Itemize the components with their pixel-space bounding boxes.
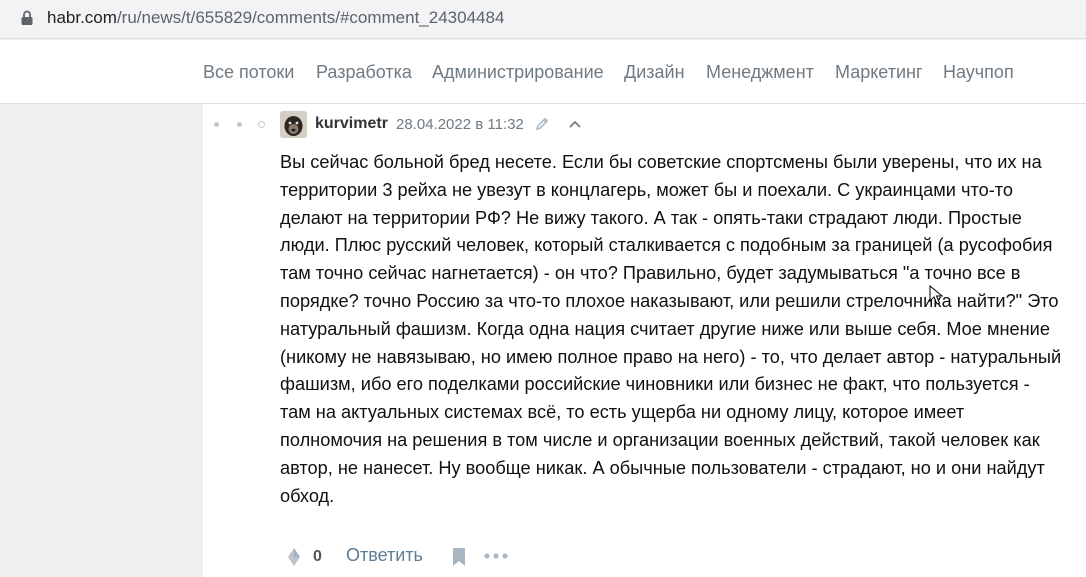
nav-item-marketing[interactable]: Маркетинг [835, 62, 923, 83]
address-bar[interactable]: habr.com/ru/news/t/655829/comments/#comm… [0, 0, 1086, 39]
bookmark-icon[interactable] [451, 547, 467, 567]
avatar[interactable] [280, 111, 307, 138]
mouse-cursor-icon [929, 285, 943, 305]
nav-item-administration[interactable]: Администрирование [432, 62, 604, 83]
url-text[interactable]: habr.com/ru/news/t/655829/comments/#comm… [47, 8, 504, 28]
nav-item-all-flows[interactable]: Все потоки [203, 62, 294, 83]
nav-item-management[interactable]: Менеджмент [706, 62, 814, 83]
chevron-up-icon[interactable] [567, 117, 583, 131]
thread-current-dot[interactable] [258, 121, 265, 128]
flows-nav: Все потоки Разработка Администрирование … [0, 40, 1086, 104]
more-options-icon[interactable] [484, 553, 508, 559]
comment-body: Вы сейчас больной бред несете. Если бы с… [280, 152, 1062, 506]
comment-score: 0 [313, 548, 322, 565]
nav-item-development[interactable]: Разработка [316, 62, 412, 83]
thread-dot[interactable] [237, 122, 242, 127]
pencil-icon[interactable] [534, 116, 550, 132]
comment-card: kurvimetr 28.04.2022 в 11:32 Вы сейчас б… [203, 104, 1086, 577]
nav-item-design[interactable]: Дизайн [624, 62, 685, 83]
url-path: /ru/news/t/655829/comments/#comment_2430… [116, 8, 505, 27]
reply-button[interactable]: Ответить [346, 545, 423, 566]
vote-icon[interactable] [287, 547, 301, 567]
thread-dot[interactable] [214, 122, 219, 127]
user-avatar-icon [280, 111, 307, 138]
lock-icon [21, 10, 33, 25]
url-host: habr.com [47, 8, 117, 27]
nav-item-popsci[interactable]: Научпоп [943, 62, 1014, 83]
comment-date[interactable]: 28.04.2022 в 11:32 [396, 116, 524, 133]
comment-author[interactable]: kurvimetr [315, 115, 388, 133]
